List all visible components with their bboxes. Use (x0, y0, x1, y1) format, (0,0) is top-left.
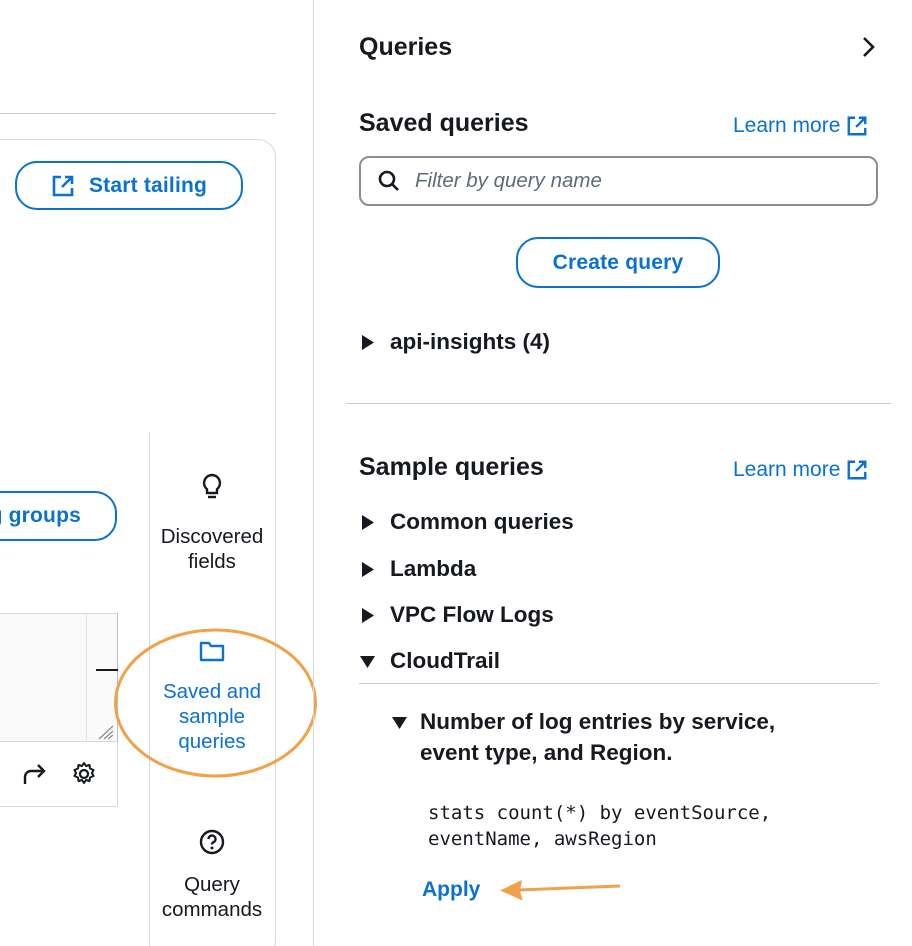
external-link-icon (847, 116, 867, 136)
section-divider (346, 403, 891, 404)
category-label: VPC Flow Logs (390, 602, 554, 627)
code-line: eventName, awsRegion (428, 828, 657, 850)
lightbulb-icon (202, 473, 222, 499)
saved-and-sample-label: Saved and sample queries (162, 680, 262, 753)
start-tailing-button[interactable]: Start tailing (15, 161, 243, 210)
code-line: stats count(*) by eventSource, (428, 802, 772, 824)
external-link-icon (847, 460, 867, 480)
query-commands-label: Query commands (161, 873, 263, 921)
sample-learn-more-link[interactable]: Learn more (733, 458, 868, 482)
caret-down-icon (392, 717, 407, 729)
sample-category-common[interactable]: Common queries (359, 509, 574, 535)
category-label: CloudTrail (390, 648, 501, 673)
sample-category-vpc-flow-logs[interactable]: VPC Flow Logs (359, 602, 554, 628)
redo-icon[interactable] (20, 760, 48, 788)
query-description: Number of log entries by service, event … (420, 709, 776, 765)
editor-top-divider (0, 113, 276, 114)
help-circle-icon (199, 829, 225, 855)
editor-scroll-gutter (86, 614, 87, 743)
category-divider (359, 683, 878, 684)
panel-divider[interactable] (313, 0, 314, 946)
apply-query-link[interactable]: Apply (422, 878, 480, 902)
category-label: Common queries (390, 509, 574, 534)
chevron-right-icon[interactable] (856, 34, 882, 60)
learn-more-label: Learn more (733, 458, 841, 481)
gear-icon[interactable] (70, 760, 98, 788)
search-icon (378, 170, 399, 191)
sample-category-lambda[interactable]: Lambda (359, 556, 476, 582)
sample-queries-heading: Sample queries (359, 453, 544, 481)
caret-right-icon (362, 334, 374, 350)
sample-category-cloudtrail[interactable]: CloudTrail (359, 648, 500, 674)
create-query-label: Create query (552, 250, 684, 274)
rail-query-commands[interactable]: Query commands (149, 828, 275, 922)
discovered-fields-label: Discovered fields (160, 525, 264, 573)
caret-right-icon (362, 607, 374, 623)
caret-right-icon (362, 561, 374, 577)
rail-discovered-fields[interactable]: Discovered fields (149, 472, 275, 574)
panel-title: Queries (359, 33, 453, 61)
external-link-icon (52, 175, 74, 196)
log-groups-label: g groups (0, 504, 81, 527)
editor-scroll-thumb[interactable] (96, 669, 118, 671)
query-text-area[interactable] (0, 613, 118, 743)
cloudtrail-query-item[interactable]: Number of log entries by service, event … (391, 706, 840, 768)
folder-icon (199, 641, 225, 662)
rail-saved-and-sample-queries[interactable]: Saved and sample queries (149, 639, 275, 754)
resize-grip-icon[interactable] (96, 724, 114, 740)
create-query-button[interactable]: Create query (516, 237, 720, 288)
caret-down-icon (360, 655, 375, 668)
saved-queries-heading: Saved queries (359, 109, 529, 137)
filter-queries-input[interactable] (415, 169, 835, 193)
caret-right-icon (362, 514, 374, 530)
saved-folder-api-insights[interactable]: api-insights (4) (359, 329, 550, 355)
category-label: Lambda (390, 556, 477, 581)
filter-queries-field[interactable] (359, 156, 878, 206)
learn-more-label: Learn more (733, 114, 841, 137)
saved-learn-more-link[interactable]: Learn more (733, 114, 868, 138)
annotation-arrow (500, 880, 621, 901)
start-tailing-label: Start tailing (88, 173, 208, 197)
folder-label: api-insights (4) (390, 329, 551, 354)
query-code-block: stats count(*) by eventSource, eventName,… (428, 800, 771, 852)
editor-toolbar (0, 742, 118, 807)
browse-log-groups-button[interactable]: g groups (0, 491, 117, 541)
